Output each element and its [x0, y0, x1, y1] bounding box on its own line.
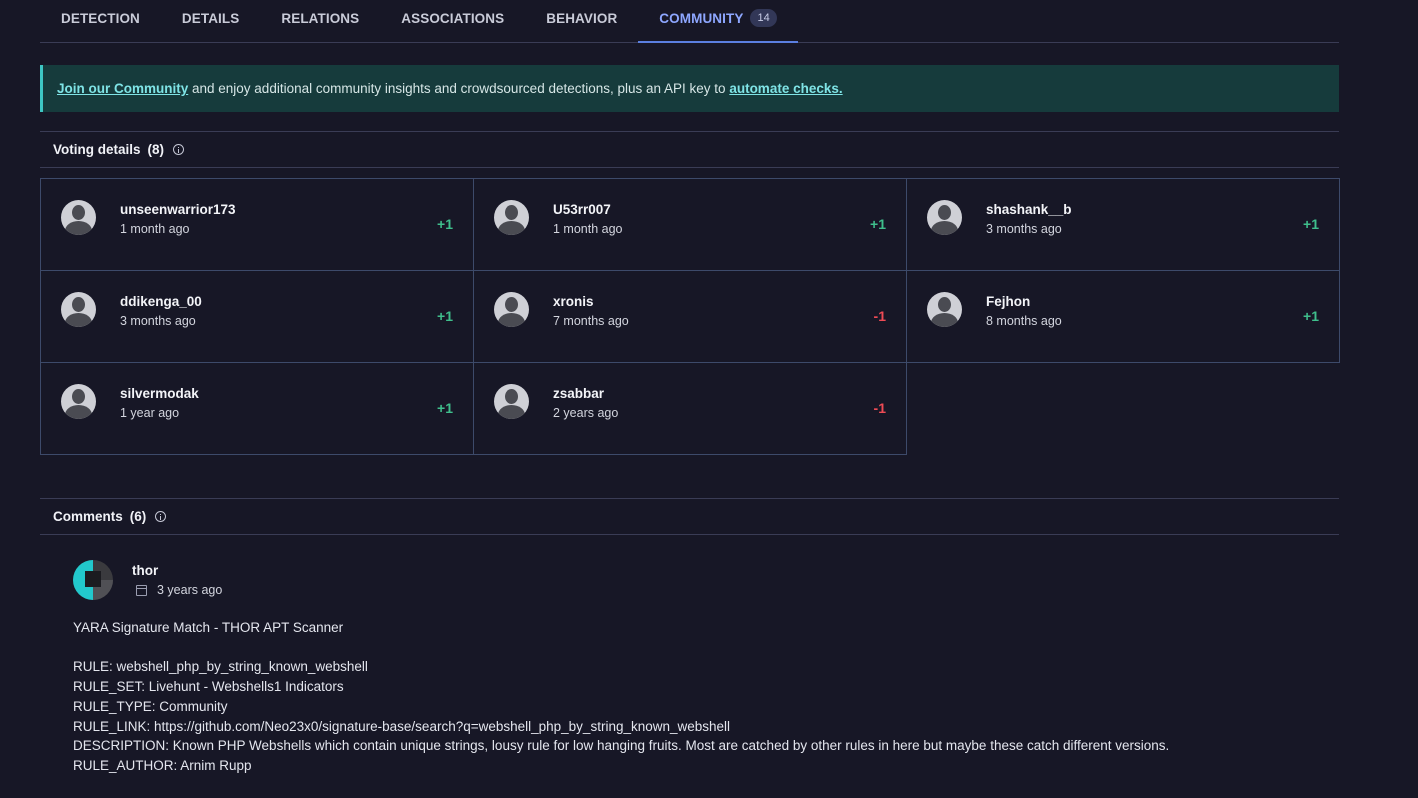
user-avatar-icon[interactable] — [61, 384, 96, 419]
user-avatar-icon[interactable] — [927, 200, 962, 235]
vote-score: +1 — [1303, 216, 1319, 232]
tab-count-badge: 14 — [750, 9, 777, 27]
comment-line: RULE_TYPE: Community — [73, 698, 228, 714]
vote-time: 8 months ago — [986, 314, 1062, 328]
vote-time: 2 years ago — [553, 406, 619, 420]
comments-count: (6) — [129, 509, 147, 524]
vote-username[interactable]: shashank__b — [986, 202, 1072, 217]
calendar-icon — [136, 584, 147, 596]
tab-label: ASSOCIATIONS — [401, 10, 505, 26]
vote-score: -1 — [873, 308, 886, 324]
comment-line: YARA Signature Match - THOR APT Scanner — [73, 620, 344, 635]
comment: thor 3 years ago YARA Signature Match - … — [73, 560, 1333, 776]
vote-username[interactable]: Fejhon — [986, 294, 1062, 309]
commenter-avatar[interactable] — [73, 560, 113, 600]
vote-time: 1 month ago — [120, 222, 190, 236]
comment-body: YARA Signature Match - THOR APT Scanner R… — [73, 618, 1333, 776]
tab-label: RELATIONS — [281, 10, 360, 26]
tab-behavior[interactable]: BEHAVIOR — [546, 0, 617, 42]
tab-label: DETECTION — [61, 10, 140, 26]
tab-community[interactable]: COMMUNITY 14 — [638, 0, 798, 43]
vote-card: Fejhon 8 months ago +1 — [906, 270, 1340, 363]
vote-score: +1 — [437, 216, 453, 232]
join-community-link[interactable]: Join our Community — [57, 81, 188, 96]
automate-checks-link[interactable]: automate checks. — [729, 81, 842, 96]
tab-label: DETAILS — [181, 10, 240, 26]
vote-time: 7 months ago — [553, 314, 629, 328]
comments-header: Comments (6) — [40, 498, 1339, 535]
vote-username[interactable]: zsabbar — [553, 386, 618, 401]
vote-time: 3 months ago — [986, 222, 1062, 236]
comment-line: DESCRIPTION: Known PHP Webshells which c… — [73, 738, 1170, 754]
vote-username[interactable]: silvermodak — [120, 386, 199, 401]
user-avatar-icon[interactable] — [494, 384, 529, 419]
user-avatar-icon[interactable] — [494, 292, 529, 327]
user-avatar-icon[interactable] — [927, 292, 962, 327]
tab-bar: DETECTION DETAILS RELATIONS ASSOCIATIONS… — [40, 0, 1339, 43]
user-avatar-icon[interactable] — [494, 200, 529, 235]
comment-line: RULE_AUTHOR: Arnim Rupp — [73, 757, 252, 773]
community-banner: Join our Community and enjoy additional … — [40, 65, 1339, 112]
tab-label: BEHAVIOR — [546, 10, 618, 26]
vote-card: zsabbar 2 years ago -1 — [473, 362, 907, 455]
vote-username[interactable]: U53rr007 — [553, 202, 623, 217]
community-panel: DETECTION DETAILS RELATIONS ASSOCIATIONS… — [40, 0, 1340, 773]
info-icon[interactable] — [173, 144, 185, 155]
comments-title: Comments — [53, 509, 123, 524]
user-avatar-icon[interactable] — [61, 200, 96, 235]
comment-line: RULE_LINK: https://github.com/Neo23x0/si… — [73, 718, 731, 734]
vote-time: 1 year ago — [120, 406, 180, 420]
vote-score: +1 — [1303, 308, 1319, 324]
voting-grid: unseenwarrior173 1 month ago +1 U53rr007 1 m… — [40, 178, 1340, 455]
vote-score: +1 — [437, 308, 453, 324]
vote-card: xronis 7 months ago -1 — [473, 270, 907, 363]
user-avatar-icon[interactable] — [61, 292, 96, 327]
tab-detection[interactable]: DETECTION — [61, 0, 140, 42]
vote-time: 1 month ago — [553, 222, 623, 236]
voting-details-title: Voting details — [53, 142, 141, 157]
info-icon[interactable] — [155, 511, 167, 522]
vote-username[interactable]: xronis — [553, 294, 629, 309]
comment-author[interactable]: thor — [132, 563, 222, 578]
vote-score: +1 — [437, 400, 453, 416]
vote-card: silvermodak 1 year ago +1 — [40, 362, 474, 455]
comment-line: RULE: webshell_php_by_string_known_websh… — [73, 659, 368, 675]
comment-line — [73, 638, 1333, 658]
tab-associations[interactable]: ASSOCIATIONS — [401, 0, 504, 42]
voting-details-header: Voting details (8) — [40, 131, 1339, 168]
comment-date: 3 years ago — [157, 583, 223, 597]
vote-score: -1 — [873, 400, 886, 416]
vote-card: U53rr007 1 month ago +1 — [473, 178, 907, 271]
vote-card: shashank__b 3 months ago +1 — [906, 178, 1340, 271]
banner-text: and enjoy additional community insights … — [188, 81, 730, 96]
vote-card: unseenwarrior173 1 month ago +1 — [40, 178, 474, 271]
tab-details[interactable]: DETAILS — [182, 0, 239, 42]
vote-card: ddikenga_00 3 months ago +1 — [40, 270, 474, 363]
vote-time: 3 months ago — [120, 314, 196, 328]
voting-count: (8) — [147, 142, 165, 157]
tab-label: COMMUNITY — [659, 10, 744, 26]
tab-relations[interactable]: RELATIONS — [281, 0, 359, 42]
vote-username[interactable]: ddikenga_00 — [120, 294, 202, 309]
comment-line: RULE_SET: Livehunt - Webshells1 Indicato… — [73, 679, 344, 695]
vote-username[interactable]: unseenwarrior173 — [120, 202, 236, 217]
vote-score: +1 — [870, 216, 886, 232]
